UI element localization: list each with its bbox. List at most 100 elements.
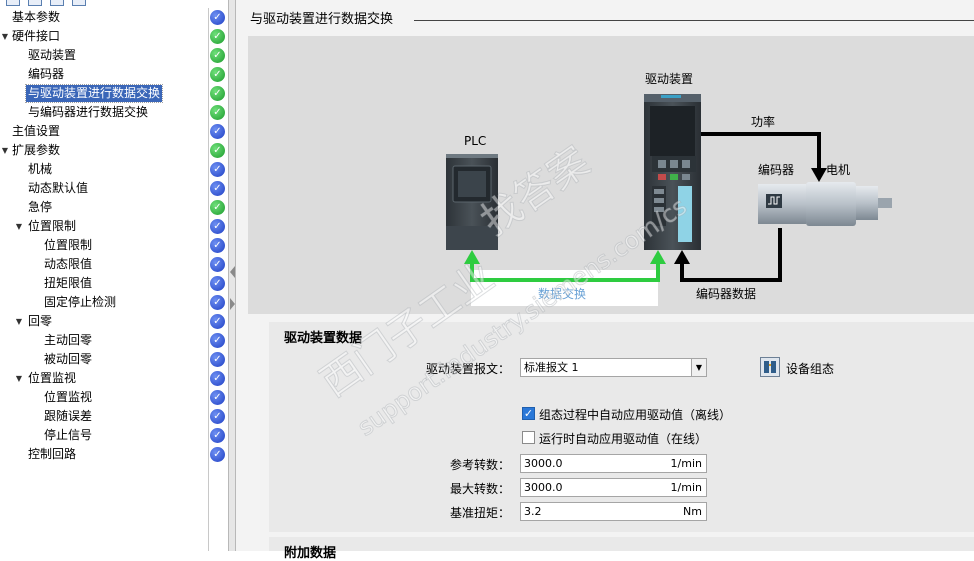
tree-item-label: 动态默认值	[28, 181, 89, 195]
max-speed-label: 最大转数：	[449, 482, 510, 496]
status-ok-icon: ✓	[210, 162, 225, 177]
auto-apply-online-label: 运行时自动应用驱动值（在线）	[539, 432, 708, 446]
tree-item-position-limits[interactable]: ▼ 位置限制 ✓	[0, 217, 228, 236]
telegram-value: 标准报文 1	[524, 361, 579, 374]
tree-item-passive-homing[interactable]: 被动回零 ✓	[0, 350, 228, 369]
status-ok-icon: ✓	[210, 428, 225, 443]
tree-item-label: 固定停止检测	[44, 295, 117, 309]
tree-item-dynamic-limits[interactable]: 动态限值 ✓	[0, 255, 228, 274]
tree-item-hardware-interface[interactable]: ▼ 硬件接口 ✓	[0, 27, 228, 46]
drive-data-heading: 驱动装置数据	[284, 331, 363, 346]
tree-item-label: 编码器	[28, 67, 65, 81]
encoder-data-label: 编码器数据	[696, 287, 757, 301]
ref-torque-value: 3.2	[524, 505, 542, 518]
toolbar-expand-icon[interactable]	[6, 0, 20, 6]
ref-speed-label: 参考转数：	[449, 458, 510, 472]
plc-label: PLC	[464, 134, 487, 148]
encoder-label: 编码器	[758, 163, 795, 177]
tree-item-position-monitoring-sub[interactable]: 位置监视 ✓	[0, 388, 228, 407]
collapse-triangle-icon[interactable]: ▼	[14, 369, 24, 388]
drive-diagram: PLC 驱动装置 功率 编码器 电机 数据交换 编码器数据	[248, 36, 974, 314]
telegram-select[interactable]: 标准报文 1 ▼	[520, 358, 707, 377]
toolbar-document-icon[interactable]	[72, 0, 86, 6]
status-ok-icon: ✓	[210, 257, 225, 272]
tree-item-drive[interactable]: 驱动装置 ✓	[0, 46, 228, 65]
tree-item-homing[interactable]: ▼ 回零 ✓	[0, 312, 228, 331]
device-config-icon[interactable]	[760, 357, 780, 377]
tree-item-torque-limits[interactable]: 扭矩限值 ✓	[0, 274, 228, 293]
status-ok-icon: ✓	[210, 181, 225, 196]
toolbar-document-icon[interactable]	[28, 0, 42, 6]
tree-item-mechanics[interactable]: 机械 ✓	[0, 160, 228, 179]
tree-item-extended-params[interactable]: ▼ 扩展参数 ✓	[0, 141, 228, 160]
toolbar-document-icon[interactable]	[50, 0, 64, 6]
status-ok-icon: ✓	[210, 48, 225, 63]
tree-item-basic-params[interactable]: 基本参数 ✓	[0, 8, 228, 27]
data-exchange-label: 数据交换	[538, 287, 587, 301]
drive-data-panel	[269, 322, 974, 532]
ref-speed-field[interactable]: 3000.0 1/min	[520, 454, 707, 473]
status-ok-icon: ✓	[210, 105, 225, 120]
max-speed-unit: 1/min	[670, 481, 702, 494]
status-ok-icon: ✓	[210, 276, 225, 291]
status-ok-icon: ✓	[210, 390, 225, 405]
status-ok-icon: ✓	[210, 143, 225, 158]
status-ok-icon: ✓	[210, 238, 225, 253]
status-ok-icon: ✓	[210, 67, 225, 82]
ref-torque-unit: Nm	[683, 505, 702, 518]
tree-item-dynamic-defaults[interactable]: 动态默认值 ✓	[0, 179, 228, 198]
tree-item-control-loop[interactable]: 控制回路 ✓	[0, 445, 228, 464]
auto-apply-offline-label: 组态过程中自动应用驱动值（离线）	[539, 408, 732, 422]
tree-item-emergency-stop[interactable]: 急停 ✓	[0, 198, 228, 217]
tree-item-standstill-signal[interactable]: 停止信号 ✓	[0, 426, 228, 445]
status-ok-icon: ✓	[210, 219, 225, 234]
tree-item-label: 与编码器进行数据交换	[28, 105, 149, 119]
additional-data-panel	[269, 537, 974, 551]
status-ok-icon: ✓	[210, 447, 225, 462]
tree-item-master-value[interactable]: 主值设置 ✓	[0, 122, 228, 141]
tree-item-encoder-data-exchange[interactable]: 与编码器进行数据交换 ✓	[0, 103, 228, 122]
expand-right-icon[interactable]	[230, 298, 235, 310]
collapse-triangle-icon[interactable]: ▼	[14, 312, 24, 331]
content-area: 与驱动装置进行数据交换 PLC 驱动装置 功率 编码器 电机 数据交换 编码器数…	[236, 0, 974, 561]
tree-item-label: 基本参数	[12, 10, 61, 24]
tree-item-active-homing[interactable]: 主动回零 ✓	[0, 331, 228, 350]
collapse-left-icon[interactable]	[230, 266, 235, 278]
device-config-link[interactable]: 设备组态	[786, 360, 834, 377]
drive-diagram-graphic	[446, 94, 892, 306]
status-ok-icon: ✓	[210, 371, 225, 386]
tree-item-position-limits-sub[interactable]: 位置限制 ✓	[0, 236, 228, 255]
additional-data-heading: 附加数据	[284, 546, 337, 561]
tree-item-label: 扩展参数	[12, 143, 61, 157]
tree-item-drive-data-exchange[interactable]: 与驱动装置进行数据交换 ✓	[0, 84, 228, 103]
tree-item-label: 停止信号	[44, 428, 93, 442]
motor-icon	[758, 182, 892, 226]
tree-item-label: 硬件接口	[12, 29, 61, 43]
panel-splitter[interactable]	[228, 0, 236, 551]
tree-item-label: 驱动装置	[28, 48, 77, 62]
status-ok-icon: ✓	[210, 352, 225, 367]
tree-item-encoder[interactable]: 编码器 ✓	[0, 65, 228, 84]
max-speed-field[interactable]: 3000.0 1/min	[520, 478, 707, 497]
tree-item-following-error[interactable]: 跟随误差 ✓	[0, 407, 228, 426]
status-ok-icon: ✓	[210, 295, 225, 310]
tree-item-label: 位置限制	[28, 219, 77, 233]
auto-apply-offline-checkbox[interactable]: ✓	[522, 407, 535, 420]
collapse-triangle-icon[interactable]: ▼	[0, 27, 10, 46]
title-divider	[414, 20, 974, 21]
collapse-triangle-icon[interactable]: ▼	[14, 217, 24, 236]
tree-item-label: 位置限制	[44, 238, 93, 252]
auto-apply-online-checkbox[interactable]	[522, 431, 535, 444]
motor-label: 电机	[826, 163, 851, 177]
collapse-triangle-icon[interactable]: ▼	[0, 141, 10, 160]
tree-item-label: 动态限值	[44, 257, 93, 271]
status-ok-icon: ✓	[210, 333, 225, 348]
tree-item-position-monitoring[interactable]: ▼ 位置监视 ✓	[0, 369, 228, 388]
status-ok-icon: ✓	[210, 200, 225, 215]
status-ok-icon: ✓	[210, 409, 225, 424]
tree-item-fixed-stop-detection[interactable]: 固定停止检测 ✓	[0, 293, 228, 312]
ref-torque-label: 基准扭矩：	[449, 506, 510, 520]
chevron-down-icon[interactable]: ▼	[691, 359, 706, 376]
status-ok-icon: ✓	[210, 124, 225, 139]
ref-torque-field[interactable]: 3.2 Nm	[520, 502, 707, 521]
